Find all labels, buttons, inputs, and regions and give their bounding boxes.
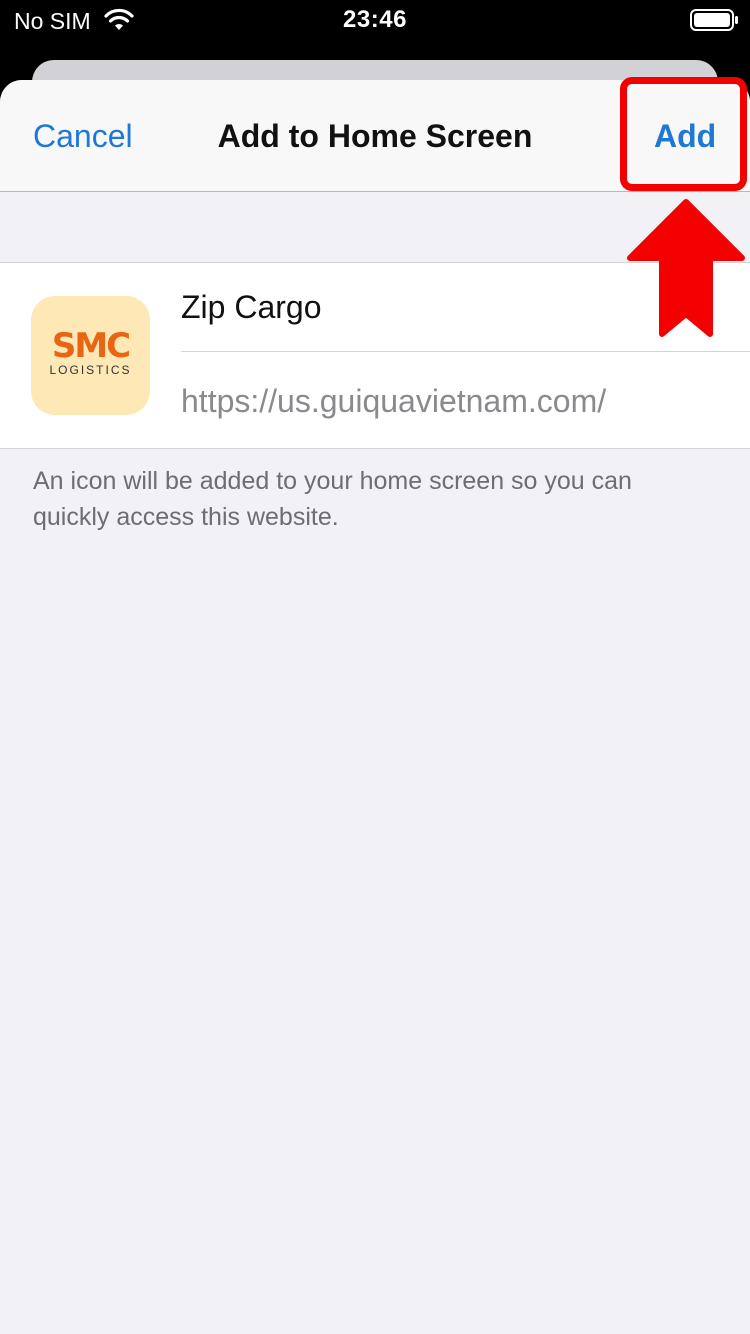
divider bbox=[181, 351, 750, 352]
logo-text: SMC bbox=[51, 326, 131, 366]
battery-icon bbox=[690, 9, 738, 31]
footnote-text: An icon will be added to your home scree… bbox=[33, 467, 632, 531]
website-url: https://us.guiquavietnam.com/ bbox=[181, 383, 607, 419]
shortcut-name-input[interactable] bbox=[181, 289, 721, 326]
status-bar: No SIM 23:46 bbox=[0, 0, 750, 44]
logo-subtext: LOGISTICS bbox=[49, 363, 132, 377]
add-to-home-sheet: Cancel Add to Home Screen Add SMC LOGIST… bbox=[0, 80, 750, 1334]
clock: 23:46 bbox=[343, 6, 407, 33]
app-icon: SMC LOGISTICS bbox=[31, 296, 150, 415]
add-button[interactable]: Add bbox=[654, 118, 716, 155]
shortcut-card: SMC LOGISTICS https://us.guiquavietnam.c… bbox=[0, 262, 750, 449]
nav-bar: Cancel Add to Home Screen Add bbox=[0, 80, 750, 192]
cancel-button[interactable]: Cancel bbox=[33, 118, 133, 155]
